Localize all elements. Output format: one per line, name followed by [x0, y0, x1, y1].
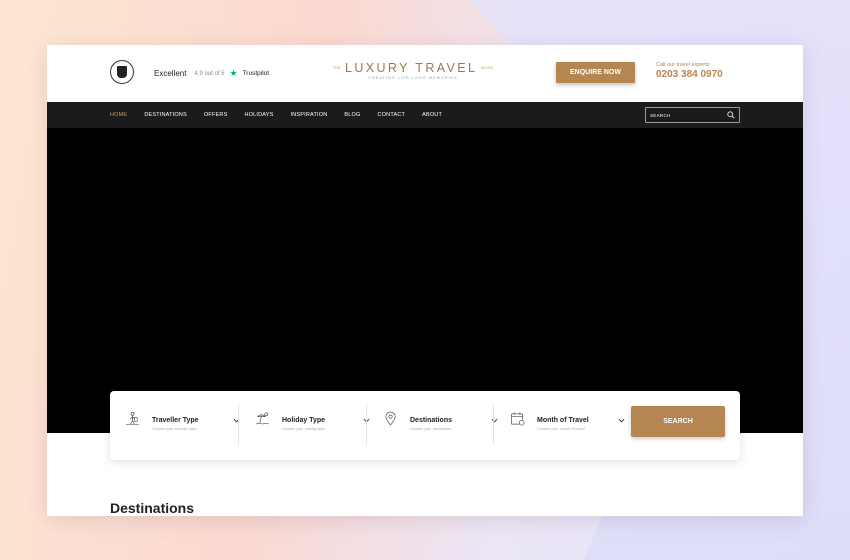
traveller-type-hint: Choose your traveller type — [152, 427, 197, 431]
field-divider — [366, 405, 367, 445]
beach-icon — [255, 412, 270, 425]
main-nav: HOME DESTINATIONS OFFERS HOLIDAYS INSPIR… — [47, 102, 803, 128]
nav-search-box[interactable] — [645, 107, 740, 123]
trustpilot-brand: Trustpilot — [242, 70, 270, 77]
nav-item-contact[interactable]: CONTACT — [378, 112, 406, 118]
nav-item-home[interactable]: HOME — [110, 112, 127, 118]
traveller-type-select[interactable]: Traveller Type Choose your traveller typ… — [125, 405, 240, 445]
trustpilot-score: 4.9 out of 5 — [194, 70, 225, 77]
trustpilot-rating[interactable]: Excellent 4.9 out of 5 ★ Trustpilot — [154, 68, 270, 79]
trustpilot-excellent: Excellent — [154, 69, 187, 78]
hero-video-area[interactable] — [47, 128, 803, 433]
booking-search-bar: Traveller Type Choose your traveller typ… — [110, 391, 740, 460]
location-pin-icon — [385, 411, 396, 426]
nav-item-holidays[interactable]: HOLIDAYS — [244, 112, 273, 118]
nav-items: HOME DESTINATIONS OFFERS HOLIDAYS INSPIR… — [110, 102, 459, 128]
traveller-type-title: Traveller Type — [152, 417, 199, 424]
logo-row: THE LUXURY TRAVEL BOOK — [328, 61, 498, 75]
phone-number-link[interactable]: 0203 384 0970 — [656, 69, 723, 80]
calendar-icon — [511, 412, 525, 426]
search-icon[interactable] — [727, 111, 735, 119]
holiday-type-title: Holiday Type — [282, 417, 326, 424]
logo-prefix: THE — [332, 66, 341, 70]
logo-suffix: BOOK — [481, 66, 494, 70]
trustpilot-star-icon: ★ — [229, 68, 238, 78]
site-logo[interactable]: THE LUXURY TRAVEL BOOK CREATING LIFE-LON… — [328, 61, 498, 80]
search-input[interactable] — [650, 112, 727, 118]
nav-item-offers[interactable]: OFFERS — [204, 112, 228, 118]
nav-item-blog[interactable]: BLOG — [344, 112, 360, 118]
holiday-type-select[interactable]: Holiday Type Choose your holiday type — [255, 405, 370, 445]
award-badge-icon — [117, 66, 127, 78]
destinations-select[interactable]: Destinations Choose your destination — [383, 405, 498, 445]
browser-page: Excellent 4.9 out of 5 ★ Trustpilot THE … — [47, 45, 803, 516]
call-experts: Call our travel experts 0203 384 0970 — [656, 62, 723, 80]
search-button[interactable]: SEARCH — [631, 406, 725, 437]
call-label: Call our travel experts — [656, 62, 710, 68]
award-badge-logo[interactable] — [110, 60, 134, 84]
nav-item-about[interactable]: ABOUT — [422, 112, 442, 118]
destinations-title: Destinations — [410, 417, 453, 424]
destinations-heading: Destinations — [110, 500, 195, 516]
nav-item-destinations[interactable]: DESTINATIONS — [144, 112, 187, 118]
logo-tagline: CREATING LIFE-LONG MEMORIES — [368, 76, 458, 80]
field-divider — [493, 405, 494, 445]
month-of-travel-hint: Choose your month of travel — [537, 427, 585, 431]
enquire-now-button[interactable]: ENQUIRE NOW — [556, 62, 635, 83]
field-divider — [238, 405, 239, 445]
site-header: Excellent 4.9 out of 5 ★ Trustpilot THE … — [47, 45, 803, 102]
holiday-type-hint: Choose your holiday type — [282, 427, 325, 431]
month-of-travel-title: Month of Travel — [537, 417, 589, 424]
chevron-down-icon — [618, 418, 625, 423]
nav-item-inspiration[interactable]: INSPIRATION — [290, 112, 327, 118]
traveller-icon — [125, 411, 140, 425]
month-of-travel-select[interactable]: Month of Travel Choose your month of tra… — [510, 405, 625, 445]
destinations-hint: Choose your destination — [410, 427, 451, 431]
logo-name: LUXURY TRAVEL — [344, 61, 478, 75]
